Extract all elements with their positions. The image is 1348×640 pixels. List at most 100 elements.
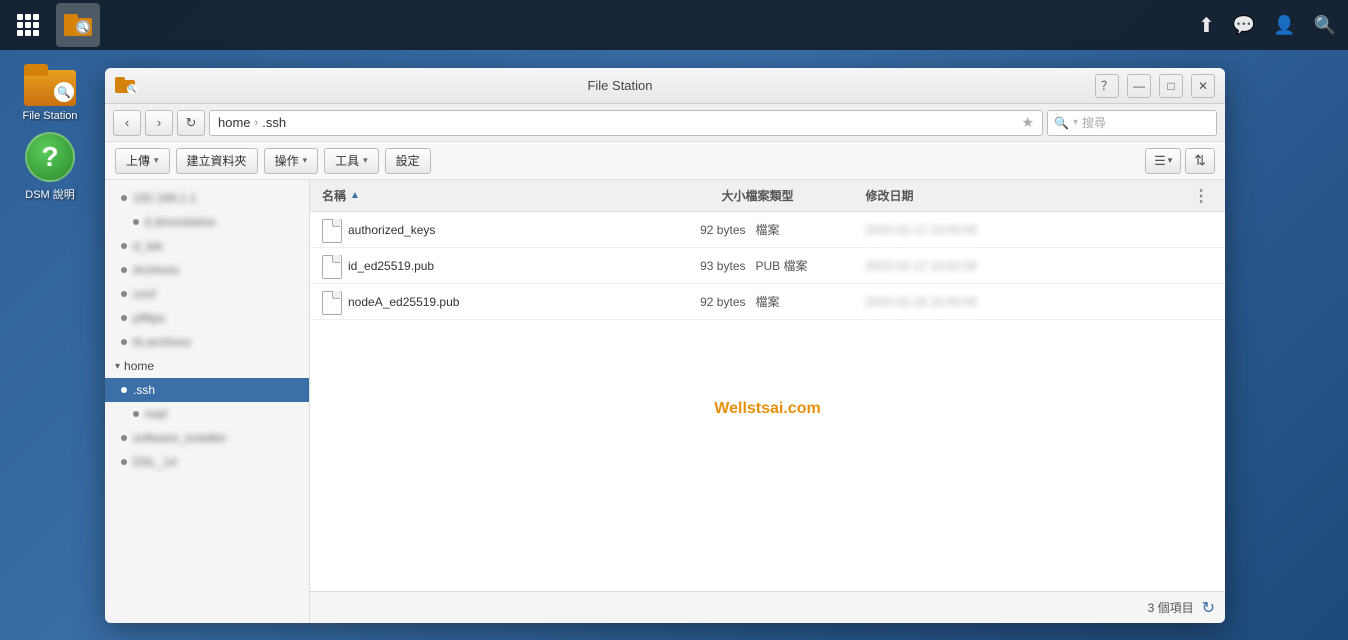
- column-type-label: 檔案類型: [746, 189, 794, 203]
- file-station-window: 🔍 File Station ？ — □ ✕ ‹ › ↻ home › .ssh…: [105, 68, 1225, 623]
- sidebar-item-6[interactable]: plfttps: [105, 306, 309, 330]
- file-name-1: authorized_keys: [348, 223, 435, 237]
- upload-button[interactable]: 上傳 ▾: [115, 148, 170, 174]
- upload-icon[interactable]: ⬆: [1198, 13, 1215, 38]
- column-type[interactable]: 檔案類型: [746, 187, 866, 204]
- file-name-cell-2: id_ed25519.pub: [322, 255, 646, 277]
- settings-label: 設定: [396, 152, 420, 169]
- sidebar-home-expand[interactable]: ▾ home: [105, 354, 309, 378]
- file-date-2: 2023-02-12 10:02:00: [866, 259, 1190, 273]
- sort-button[interactable]: ⇅: [1185, 148, 1215, 174]
- file-station-label: File Station: [22, 110, 77, 122]
- window-content: 192.168.1.1 it.drivestation d_lab Archiv…: [105, 180, 1225, 623]
- path-home: home: [218, 115, 251, 130]
- window-titlebar: 🔍 File Station ？ — □ ✕: [105, 68, 1225, 104]
- file-list-body: authorized_keys 92 bytes 檔案 2023-02-12 1…: [310, 212, 1225, 591]
- sidebar-item-8[interactable]: mail: [105, 402, 309, 426]
- sidebar-dot-5: [121, 291, 127, 297]
- search-icon[interactable]: 🔍: [1314, 15, 1336, 36]
- taskbar: 🔍 ⬆ 💬 👤 🔍: [0, 0, 1348, 50]
- file-date-1: 2023-02-12 10:00:00: [866, 223, 1190, 237]
- file-icon-3: [322, 291, 340, 313]
- tools-button[interactable]: 工具 ▾: [324, 148, 379, 174]
- table-row[interactable]: id_ed25519.pub 93 bytes PUB 檔案 2023-02-1…: [310, 248, 1225, 284]
- forward-button[interactable]: ›: [145, 110, 173, 136]
- taskbar-file-station-app[interactable]: 🔍: [56, 3, 100, 47]
- sidebar-dot-ssh: [121, 387, 127, 393]
- desktop-icon-dsm-help[interactable]: ? DSM 說明: [10, 132, 90, 202]
- column-date[interactable]: 修改日期: [866, 187, 1190, 204]
- sidebar-item-7[interactable]: ht.archives: [105, 330, 309, 354]
- sidebar-dot-6: [121, 315, 127, 321]
- window-title: File Station: [145, 78, 1095, 93]
- list-view-icon: ☰: [1154, 153, 1166, 169]
- new-folder-button[interactable]: 建立資料夾: [176, 148, 258, 174]
- column-name[interactable]: 名稱 ▲: [322, 187, 646, 204]
- desktop-icon-file-station[interactable]: 🔍 File Station: [10, 60, 90, 122]
- file-station-search-overlay-icon: 🔍: [76, 20, 90, 34]
- sidebar-label-6: plfttps: [133, 311, 165, 325]
- navigation-toolbar: ‹ › ↻ home › .ssh ★ 🔍 ▾ 搜尋: [105, 104, 1225, 142]
- sidebar-item-9[interactable]: software_installer: [105, 426, 309, 450]
- sidebar-item-ssh[interactable]: .ssh: [105, 378, 309, 402]
- sidebar-label-10: DSL_14: [133, 455, 176, 469]
- action-label: 操作: [275, 152, 299, 169]
- window-maximize-button[interactable]: □: [1159, 74, 1183, 98]
- table-row[interactable]: nodeA_ed25519.pub 92 bytes 檔案 2023-02-18…: [310, 284, 1225, 320]
- list-view-dropdown: ▾: [1168, 155, 1173, 166]
- sidebar-label-5: conf: [133, 287, 156, 301]
- status-bar: 3 個項目 ↻: [310, 591, 1225, 623]
- status-refresh-button[interactable]: ↻: [1202, 598, 1215, 618]
- window-title-search-icon: 🔍: [127, 84, 137, 94]
- sidebar-label-1: 192.168.1.1: [133, 191, 196, 205]
- file-name-2: id_ed25519.pub: [348, 259, 434, 273]
- watermark: Wellstsai.com: [714, 400, 820, 440]
- tools-dropdown-arrow: ▾: [363, 155, 368, 166]
- path-bar[interactable]: home › .ssh ★: [209, 110, 1043, 136]
- column-name-label: 名稱: [322, 187, 346, 204]
- sidebar-item-5[interactable]: conf: [105, 282, 309, 306]
- back-button[interactable]: ‹: [113, 110, 141, 136]
- window-minimize-button[interactable]: —: [1127, 74, 1151, 98]
- list-view-button[interactable]: ☰ ▾: [1145, 148, 1181, 174]
- column-size[interactable]: 大小: [646, 187, 746, 204]
- upload-label: 上傳: [126, 152, 150, 169]
- table-row[interactable]: authorized_keys 92 bytes 檔案 2023-02-12 1…: [310, 212, 1225, 248]
- action-button[interactable]: 操作 ▾: [264, 148, 319, 174]
- action-bar: 上傳 ▾ 建立資料夾 操作 ▾ 工具 ▾ 設定 ☰ ▾: [105, 142, 1225, 180]
- column-date-label: 修改日期: [866, 189, 914, 203]
- window-close-button[interactable]: ✕: [1191, 74, 1215, 98]
- taskbar-left: 🔍: [0, 0, 108, 50]
- search-box-placeholder: 搜尋: [1082, 114, 1106, 131]
- sidebar-item-1[interactable]: 192.168.1.1: [105, 186, 309, 210]
- sidebar-home-label: home: [124, 359, 154, 373]
- file-name-cell-3: nodeA_ed25519.pub: [322, 291, 646, 313]
- file-type-3: 檔案: [746, 293, 866, 310]
- apps-menu-button[interactable]: [8, 0, 48, 50]
- sidebar-dot-7: [121, 339, 127, 345]
- chat-icon[interactable]: 💬: [1233, 15, 1255, 36]
- path-favorite-star[interactable]: ★: [1021, 114, 1034, 131]
- status-count: 3 個項目: [1148, 599, 1194, 616]
- search-box[interactable]: 🔍 ▾ 搜尋: [1047, 110, 1217, 136]
- search-box-icon: 🔍: [1054, 116, 1069, 130]
- sidebar-item-3[interactable]: d_lab: [105, 234, 309, 258]
- user-icon[interactable]: 👤: [1273, 15, 1295, 36]
- sidebar-label-3: d_lab: [133, 239, 162, 253]
- sidebar-item-4[interactable]: Archives: [105, 258, 309, 282]
- sidebar-item-2[interactable]: it.drivestation: [105, 210, 309, 234]
- file-size-2: 93 bytes: [646, 259, 746, 273]
- dsm-help-icon: ?: [25, 132, 75, 182]
- sidebar-item-10[interactable]: DSL_14: [105, 450, 309, 474]
- file-type-1: 檔案: [746, 221, 866, 238]
- taskbar-right: ⬆ 💬 👤 🔍: [1198, 13, 1348, 38]
- column-options[interactable]: ⋮: [1189, 186, 1213, 206]
- sidebar-dot-1: [121, 195, 127, 201]
- settings-button[interactable]: 設定: [385, 148, 431, 174]
- file-size-1: 92 bytes: [646, 223, 746, 237]
- sidebar-label-2: it.drivestation: [145, 215, 216, 229]
- file-list-empty-area: Wellstsai.com: [310, 320, 1225, 520]
- upload-dropdown-arrow: ▾: [154, 155, 159, 166]
- window-help-button[interactable]: ？: [1095, 74, 1119, 98]
- refresh-button[interactable]: ↻: [177, 110, 205, 136]
